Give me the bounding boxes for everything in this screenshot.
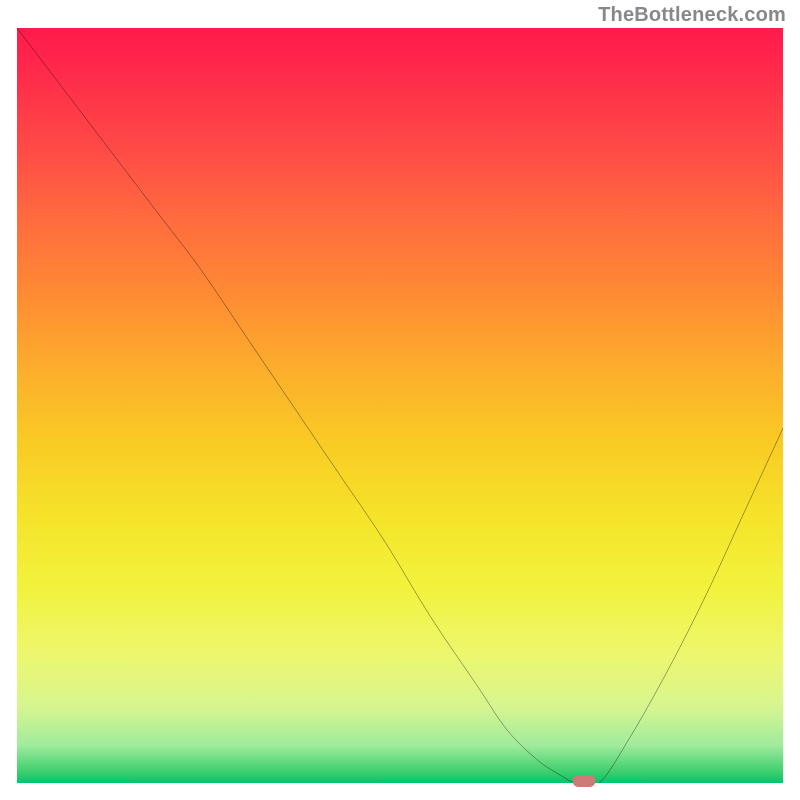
plot-area (17, 28, 783, 783)
bottleneck-curve (17, 28, 783, 783)
optimal-point-marker (572, 775, 595, 787)
watermark-text: TheBottleneck.com (598, 4, 786, 27)
chart-container: TheBottleneck.com (0, 0, 800, 800)
curve-path (17, 28, 783, 783)
